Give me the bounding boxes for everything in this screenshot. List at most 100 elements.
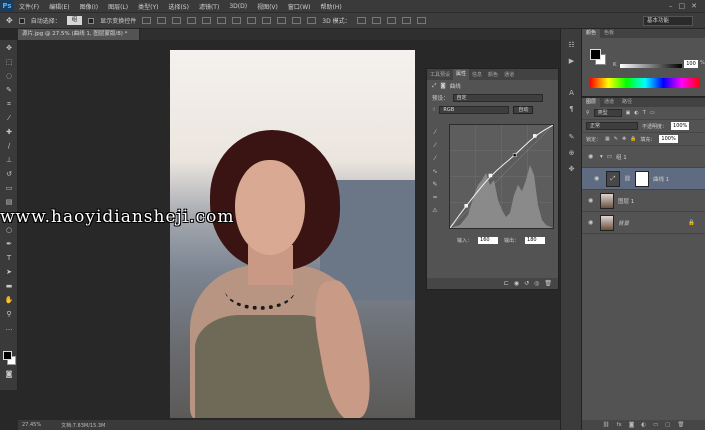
healing-brush-tool-icon[interactable]: ✚	[4, 128, 14, 137]
curve-control-point[interactable]	[488, 173, 493, 178]
workspace-dropdown[interactable]: 基本功能	[643, 16, 693, 26]
path-selection-tool-icon[interactable]: ➤	[4, 268, 14, 277]
clipping-warning-icon[interactable]: ⚠	[431, 207, 439, 215]
paths-panel-icon[interactable]: ✥	[567, 165, 576, 174]
roll-3d-icon[interactable]	[371, 17, 381, 24]
filter-pixel-icon[interactable]: ▣	[626, 110, 631, 116]
history-brush-tool-icon[interactable]: ↺	[4, 170, 14, 179]
auto-button[interactable]: 自动	[513, 106, 534, 114]
eraser-tool-icon[interactable]: ▭	[4, 184, 14, 193]
mask-icon[interactable]: ◙	[440, 83, 445, 89]
chain-link-icon[interactable]: ⛓	[624, 176, 631, 182]
curve-control-point[interactable]	[464, 204, 468, 208]
scale-3d-icon[interactable]	[416, 17, 426, 24]
brush-tool-icon[interactable]: ∕	[4, 142, 14, 151]
menu-file[interactable]: 文件(F)	[14, 2, 44, 11]
curves-graph-svg[interactable]	[449, 124, 554, 229]
curves-graph[interactable]	[449, 124, 554, 229]
orbit-3d-icon[interactable]	[356, 17, 366, 24]
layer-name[interactable]: 背景	[618, 219, 629, 227]
delete-icon[interactable]: 🗑	[544, 280, 552, 287]
add-mask-icon[interactable]: ◙	[629, 422, 634, 428]
menu-select[interactable]: 选择(S)	[163, 2, 194, 11]
filter-shape-icon[interactable]: ▭	[650, 110, 655, 116]
channel-dropdown[interactable]: RGB	[439, 106, 510, 114]
distribute-vcenter-icon[interactable]	[247, 17, 257, 24]
minimize-button[interactable]: –	[669, 2, 673, 10]
filter-type-icon[interactable]: T	[643, 110, 646, 116]
tab-channels[interactable]: 通道	[501, 71, 517, 78]
brush-panel-icon[interactable]: ✎	[567, 133, 576, 142]
smooth-curve-icon[interactable]: ≈	[431, 194, 439, 202]
align-right-icon[interactable]	[217, 17, 227, 24]
move-tool-icon[interactable]: ✥	[6, 16, 13, 25]
menu-edit[interactable]: 编辑(E)	[44, 2, 74, 11]
layer-name[interactable]: 组 1	[616, 153, 627, 161]
paragraph-panel-icon[interactable]: ¶	[567, 105, 576, 114]
more-tools-icon[interactable]: …	[4, 324, 14, 333]
filter-kind-dropdown[interactable]: 类型	[593, 109, 622, 117]
layer-curves-1[interactable]: ◉ ⤢ ⛓ 曲线 1	[582, 168, 705, 190]
new-group-icon[interactable]: ▭	[653, 422, 658, 428]
clone-source-panel-icon[interactable]: ⊕	[567, 149, 576, 158]
black-point-eyedropper-icon[interactable]: ⁄	[431, 129, 439, 137]
document-image[interactable]	[170, 50, 415, 418]
layer-group-1[interactable]: ◉ ▾ ▭ 组 1	[582, 146, 705, 168]
menu-help[interactable]: 帮助(H)	[316, 2, 347, 11]
white-point-eyedropper-icon[interactable]: ⁄	[431, 155, 439, 163]
lock-all-icon[interactable]: 🔒	[630, 136, 636, 142]
align-bottom-icon[interactable]	[172, 17, 182, 24]
layer-name[interactable]: 图层 1	[618, 197, 634, 205]
k-slider[interactable]	[620, 64, 682, 68]
tab-swatches[interactable]: 色板	[600, 29, 618, 38]
opacity-field[interactable]: 100%	[671, 122, 690, 130]
eye-icon[interactable]: ◉	[588, 219, 596, 226]
fill-field[interactable]: 100%	[659, 135, 678, 143]
zoom-tool-icon[interactable]: ⚲	[4, 310, 14, 319]
lasso-tool-icon[interactable]: ◌	[4, 72, 14, 81]
pen-tool-icon[interactable]: ✒	[4, 240, 14, 249]
crop-tool-icon[interactable]: ⌗	[4, 100, 14, 109]
target-adjust-icon[interactable]: ☝	[432, 107, 435, 113]
layer-background[interactable]: ◉ 背景 🔒	[582, 212, 705, 234]
gradient-tool-icon[interactable]: ▤	[4, 198, 14, 207]
tab-layers[interactable]: 图层	[582, 98, 601, 107]
lock-position-icon[interactable]: ✥	[622, 136, 626, 142]
lock-transparent-icon[interactable]: ▦	[605, 136, 610, 142]
menu-type[interactable]: 类型(Y)	[133, 2, 163, 11]
move-tool-icon[interactable]: ✥	[4, 44, 14, 53]
view-previous-icon[interactable]: ◉	[514, 280, 519, 287]
filter-adjust-icon[interactable]: ◐	[634, 110, 638, 116]
distribute-hcenter-icon[interactable]	[292, 17, 302, 24]
input-field[interactable]: 160	[478, 237, 499, 244]
visibility-icon[interactable]: ◎	[534, 280, 539, 287]
distribute-top-icon[interactable]	[232, 17, 242, 24]
auto-select-dropdown[interactable]: 组	[66, 16, 83, 25]
eye-icon[interactable]: ◉	[588, 153, 596, 160]
auto-select-checkbox[interactable]	[18, 17, 25, 24]
close-button[interactable]: ✕	[691, 2, 697, 10]
tab-color-panel[interactable]: 颜色	[582, 29, 601, 38]
distribute-right-icon[interactable]	[307, 17, 317, 24]
layer-name[interactable]: 曲线 1	[653, 175, 669, 183]
align-left-icon[interactable]	[187, 17, 197, 24]
shape-tool-icon[interactable]: ▬	[4, 282, 14, 291]
menu-3d[interactable]: 3D(D)	[224, 3, 252, 10]
foreground-color-swatch[interactable]	[590, 49, 601, 60]
menu-view[interactable]: 视图(V)	[252, 2, 283, 11]
actions-panel-icon[interactable]: ▶	[567, 57, 576, 66]
edit-points-icon[interactable]: ∿	[431, 168, 439, 176]
new-layer-icon[interactable]: ▢	[665, 422, 670, 428]
show-transform-checkbox[interactable]	[88, 17, 95, 24]
gray-point-eyedropper-icon[interactable]: ⁄	[431, 142, 439, 150]
layer-mask-thumbnail[interactable]	[634, 170, 649, 187]
chevron-down-icon[interactable]: ▾	[600, 154, 603, 160]
eye-icon[interactable]: ◉	[594, 175, 602, 182]
zoom-level[interactable]: 27.45%	[22, 422, 41, 428]
align-top-icon[interactable]	[142, 17, 152, 24]
link-layers-icon[interactable]: ⛓	[603, 422, 610, 428]
type-tool-icon[interactable]: T	[4, 254, 14, 263]
color-spectrum[interactable]	[590, 78, 700, 88]
slide-3d-icon[interactable]	[401, 17, 411, 24]
delete-layer-icon[interactable]: 🗑	[677, 422, 684, 428]
